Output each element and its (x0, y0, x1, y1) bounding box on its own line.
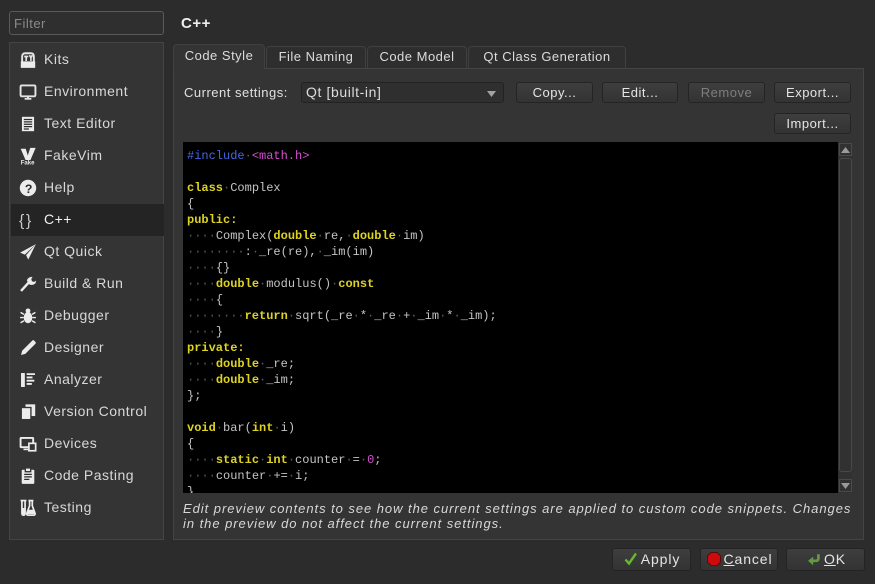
svg-text:?: ? (25, 182, 33, 196)
svg-text:Fake: Fake (21, 161, 35, 165)
svg-text:{}: {} (19, 213, 33, 229)
